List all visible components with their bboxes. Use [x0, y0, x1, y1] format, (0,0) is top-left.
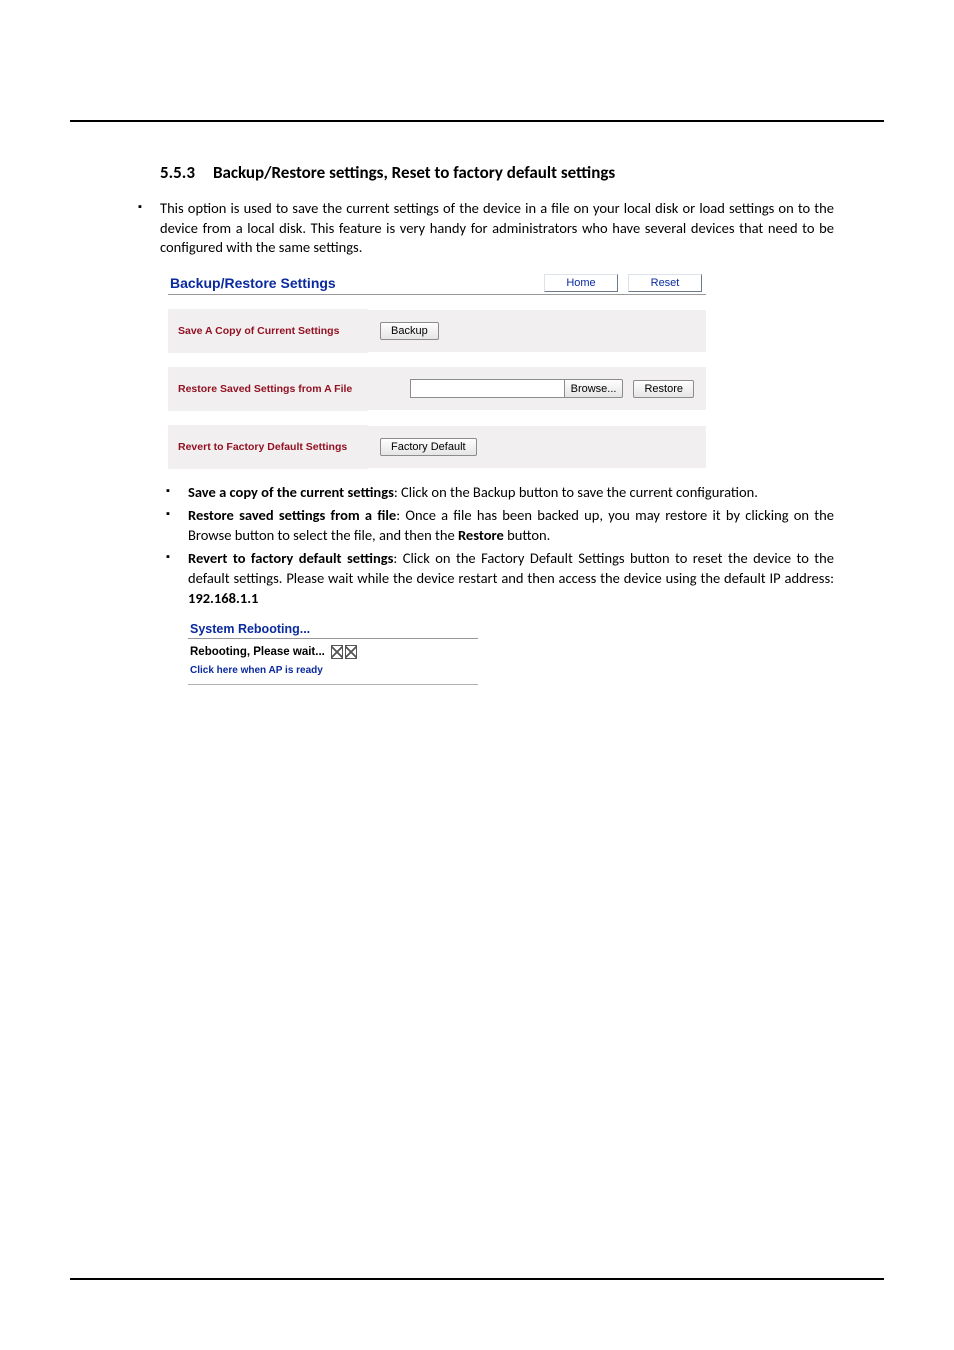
label-restore-settings: Restore Saved Settings from A File — [178, 383, 352, 395]
intro-bullet: This option is used to save the current … — [132, 199, 834, 258]
rebooting-wait-text: Rebooting, Please wait... — [190, 646, 325, 658]
row-restore-settings: Restore Saved Settings from A File Brows… — [168, 367, 706, 411]
system-rebooting-panel: System Rebooting... Rebooting, Please wa… — [188, 622, 478, 685]
row-revert-settings: Revert to Factory Default Settings Facto… — [168, 425, 706, 469]
rebooting-title: System Rebooting... — [188, 622, 478, 639]
row-save-settings: Save A Copy of Current Settings Backup — [168, 309, 706, 353]
ap-ready-link[interactable]: Click here when AP is ready — [188, 661, 478, 684]
factory-default-button[interactable]: Factory Default — [380, 438, 477, 456]
explain-save-bold: Save a copy of the current settings — [188, 483, 394, 501]
section-title: Backup/Restore settings, Reset to factor… — [213, 162, 615, 183]
restore-button[interactable]: Restore — [633, 380, 694, 398]
rebooting-wait-line: Rebooting, Please wait... — [188, 639, 478, 661]
top-horizontal-rule — [70, 120, 884, 122]
reboot-bottom-rule — [188, 684, 478, 685]
bottom-horizontal-rule — [70, 1278, 884, 1280]
section-heading: 5.5.3 Backup/Restore settings, Reset to f… — [160, 162, 834, 183]
explain-restore-rest2: button. — [504, 526, 551, 544]
label-revert-settings: Revert to Factory Default Settings — [178, 441, 347, 453]
section-number: 5.5.3 — [160, 162, 195, 183]
backup-restore-panel: Backup/Restore Settings Home Reset Save … — [168, 268, 706, 469]
panel-title: Backup/Restore Settings — [170, 275, 336, 291]
backup-button[interactable]: Backup — [380, 322, 439, 340]
explain-restore-bold2: Restore — [458, 526, 504, 544]
explain-restore: Restore saved settings from a file: Once… — [160, 506, 834, 545]
label-save-settings: Save A Copy of Current Settings — [178, 325, 339, 337]
browse-button[interactable]: Browse... — [565, 379, 624, 398]
explain-save-rest: : Click on the Backup button to save the… — [394, 483, 758, 501]
reset-button[interactable]: Reset — [628, 274, 702, 292]
restore-file-input[interactable] — [410, 379, 565, 398]
explain-revert: Revert to factory default settings: Clic… — [160, 549, 834, 608]
home-button[interactable]: Home — [544, 274, 618, 292]
loading-placeholder-icon — [331, 645, 357, 659]
explain-revert-bold: Revert to factory default settings — [188, 549, 393, 567]
panel-header: Backup/Restore Settings Home Reset — [168, 268, 706, 295]
explain-restore-bold: Restore saved settings from a file — [188, 506, 396, 524]
explain-save: Save a copy of the current settings: Cli… — [160, 483, 834, 503]
explain-revert-ip: 192.168.1.1 — [188, 589, 258, 607]
